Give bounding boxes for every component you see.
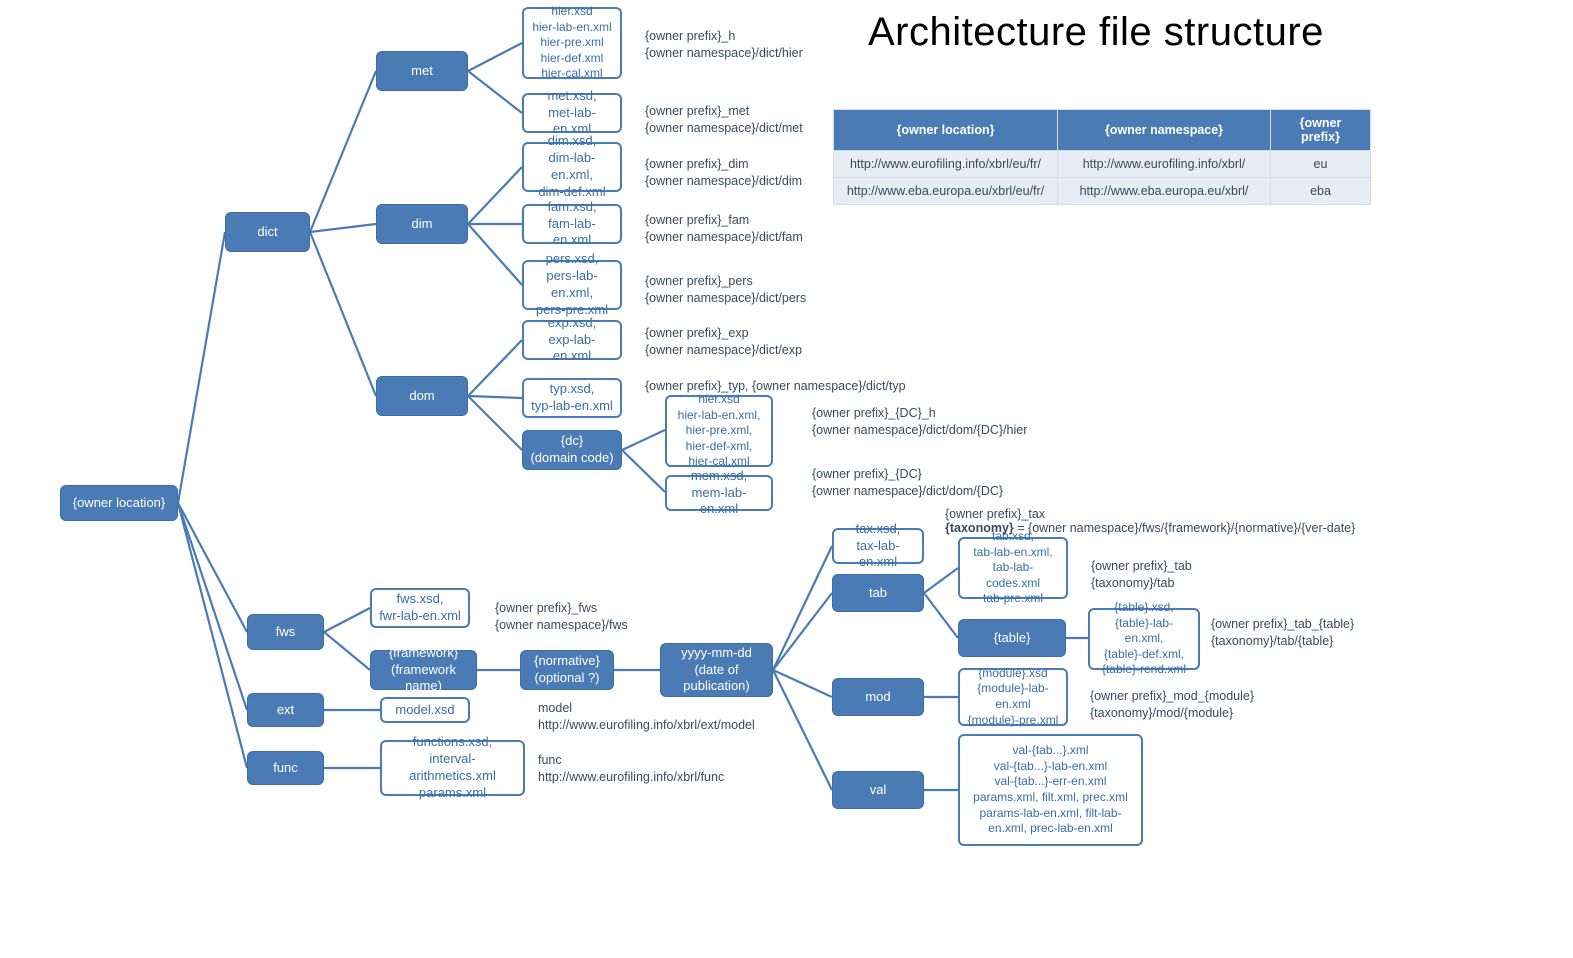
node-tab-files: tab.xsd,tab-lab-en.xml,tab-lab-codes.xml… (958, 537, 1068, 599)
node-model: model.xsd (380, 697, 470, 723)
node-dc-hier: hier.xsdhier-lab-en.xml,hier-pre.xml,hie… (665, 395, 773, 467)
node-mod: mod (832, 678, 924, 716)
label-exp: {owner prefix}_exp{owner namespace}/dict… (645, 325, 802, 359)
node-date: yyyy-mm-dd(date ofpublication) (660, 643, 773, 697)
node-dom: dom (376, 376, 468, 416)
label-tax: {taxonomy} = {owner namespace}/fws/{fram… (945, 520, 1355, 537)
page-title: Architecture file structure (868, 10, 1324, 55)
th-prefix: {owner prefix} (1271, 110, 1371, 151)
table-row: http://www.eurofiling.info/xbrl/eu/fr/ h… (834, 151, 1371, 178)
node-func: func (247, 751, 324, 785)
label-dc-mem: {owner prefix}_{DC}{owner namespace}/dic… (812, 466, 1003, 500)
node-mod-files: {module}.xsd{module}-lab-en.xml{module}-… (958, 668, 1068, 726)
label-func: funchttp://www.eurofiling.info/xbrl/func (538, 752, 724, 786)
node-tab: tab (832, 574, 924, 612)
node-met: met (376, 51, 468, 91)
label-model: modelhttp://www.eurofiling.info/xbrl/ext… (538, 700, 755, 734)
label-fws: {owner prefix}_fws{owner namespace}/fws (495, 600, 628, 634)
label-typ: {owner prefix}_typ, {owner namespace}/di… (645, 378, 906, 395)
node-ext: ext (247, 693, 324, 727)
node-exp-files: exp.xsd,exp-lab-en.xml (522, 320, 622, 360)
node-fws: fws (247, 614, 324, 650)
node-hier-files: hier.xsdhier-lab-en.xmlhier-pre.xmlhier-… (522, 7, 622, 79)
label-met: {owner prefix}_met{owner namespace}/dict… (645, 103, 803, 137)
label-tab: {owner prefix}_tab{taxonomy}/tab (1091, 558, 1192, 592)
node-tax-files: tax.xsd,tax-lab-en.xml (832, 528, 924, 564)
label-dc-hier: {owner prefix}_{DC}_h{owner namespace}/d… (812, 405, 1027, 439)
node-dc: {dc}(domain code) (522, 430, 622, 470)
label-mod: {owner prefix}_mod_{module}{taxonomy}/mo… (1090, 688, 1254, 722)
node-table-files: {table}.xsd,{table}-lab-en.xml,{table}-d… (1088, 608, 1200, 670)
node-owner-location: {owner location} (60, 485, 178, 521)
node-fam-files: fam.xsd,fam-lab-en.xml (522, 204, 622, 244)
label-table: {owner prefix}_tab_{table}{taxonomy}/tab… (1211, 616, 1354, 650)
node-framework: {framework}(framework name) (370, 650, 477, 690)
th-namespace: {owner namespace} (1058, 110, 1271, 151)
node-normative: {normative}(optional ?) (520, 650, 614, 690)
th-location: {owner location} (834, 110, 1058, 151)
node-val: val (832, 771, 924, 809)
node-table: {table} (958, 619, 1066, 657)
node-pers-files: pers.xsd,pers-lab-en.xml,pers-pre.xml (522, 260, 622, 310)
label-hier: {owner prefix}_h{owner namespace}/dict/h… (645, 28, 803, 62)
node-dict: dict (225, 212, 310, 252)
node-dc-mem: mem.xsd,mem-lab-en.xml (665, 475, 773, 511)
label-fam: {owner prefix}_fam{owner namespace}/dict… (645, 212, 803, 246)
node-fws-files: fws.xsd,fwr-lab-en.xml (370, 588, 470, 628)
label-dim: {owner prefix}_dim{owner namespace}/dict… (645, 156, 802, 190)
node-val-files: val-{tab...}.xmlval-{tab...}-lab-en.xmlv… (958, 734, 1143, 846)
node-functions: functions.xsd,interval-arithmetics.xmlpa… (380, 740, 525, 796)
node-typ-files: typ.xsd,typ-lab-en.xml (522, 378, 622, 418)
label-pers: {owner prefix}_pers{owner namespace}/dic… (645, 273, 806, 307)
node-dim: dim (376, 204, 468, 244)
owner-table: {owner location} {owner namespace} {owne… (833, 109, 1371, 205)
node-dim-files: dim.xsd,dim-lab-en.xml,dim-def.xml (522, 142, 622, 192)
node-met-files: met.xsd,met-lab-en.xml (522, 93, 622, 133)
table-row: http://www.eba.europa.eu/xbrl/eu/fr/ htt… (834, 178, 1371, 205)
